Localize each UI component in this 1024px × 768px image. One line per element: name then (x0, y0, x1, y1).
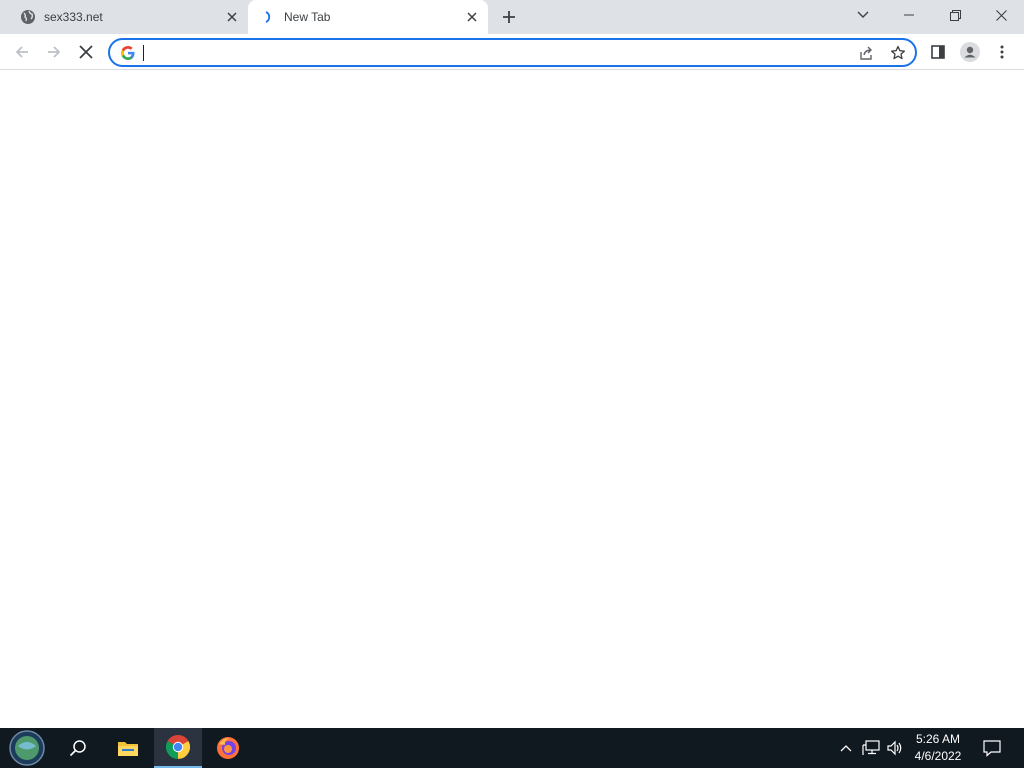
back-button[interactable] (8, 38, 36, 66)
tab-strip: sex333.net New Tab (0, 0, 1024, 34)
forward-button[interactable] (40, 38, 68, 66)
google-g-icon (120, 45, 136, 61)
loading-spinner-icon (260, 9, 276, 25)
omnibox-input[interactable] (142, 43, 842, 63)
file-explorer-icon[interactable] (104, 728, 152, 768)
profile-avatar[interactable] (956, 38, 984, 66)
chrome-icon[interactable] (154, 728, 202, 768)
globe-icon (20, 9, 36, 25)
bookmark-star-icon[interactable] (888, 43, 908, 63)
start-button[interactable] (0, 728, 54, 768)
clock-date: 4/6/2022 (914, 749, 962, 763)
clock-time: 5:26 AM (915, 732, 961, 746)
address-bar[interactable] (108, 38, 917, 67)
page-content (0, 71, 1024, 728)
windows-taskbar: 5:26 AM 4/6/2022 (0, 728, 1024, 768)
stop-loading-button[interactable] (72, 38, 100, 66)
system-clock[interactable]: 5:26 AM 4/6/2022 (906, 731, 970, 765)
new-tab-button[interactable] (498, 6, 520, 28)
text-cursor (143, 45, 144, 61)
browser-toolbar (0, 34, 1024, 70)
tab-sex333[interactable]: sex333.net (8, 0, 248, 34)
firefox-icon[interactable] (204, 728, 252, 768)
volume-icon[interactable] (884, 728, 906, 768)
restore-button[interactable] (932, 0, 978, 30)
minimize-button[interactable] (886, 0, 932, 30)
tab-new-tab[interactable]: New Tab (248, 0, 488, 34)
tab-title: New Tab (284, 10, 331, 24)
tab-search-button[interactable] (840, 0, 886, 30)
tab-title: sex333.net (44, 10, 103, 24)
close-tab-icon[interactable] (464, 9, 480, 25)
search-icon[interactable] (54, 728, 102, 768)
close-window-button[interactable] (978, 0, 1024, 30)
share-icon[interactable] (856, 43, 876, 63)
show-hidden-icons-chevron-icon[interactable] (836, 728, 856, 768)
network-icon[interactable] (860, 728, 882, 768)
menu-kebab-icon[interactable] (988, 38, 1016, 66)
close-tab-icon[interactable] (224, 9, 240, 25)
action-center-icon[interactable] (976, 728, 1008, 768)
side-panel-button[interactable] (924, 38, 952, 66)
